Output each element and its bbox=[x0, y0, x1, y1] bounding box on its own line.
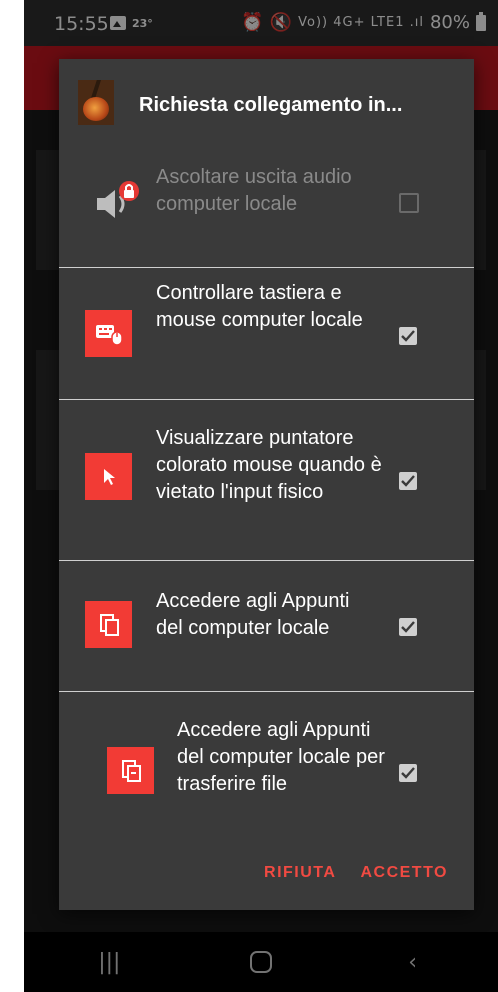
permission-label: Accedere agli Appunti del computer local… bbox=[156, 590, 350, 639]
keyboard-mouse-icon bbox=[85, 310, 132, 357]
permission-checkbox-pointer[interactable] bbox=[399, 472, 417, 490]
permission-label: Accedere agli Appunti del computer local… bbox=[177, 719, 385, 795]
permission-checkbox-clipboard-file[interactable] bbox=[399, 764, 417, 782]
permission-label: Visualizzare puntatore colorato mouse qu… bbox=[156, 427, 382, 503]
clipboard-file-icon bbox=[107, 747, 154, 794]
permission-label: Ascoltare uscita audio computer locale bbox=[156, 166, 352, 215]
speaker-locked-icon bbox=[97, 181, 139, 218]
dialog-actions: RIFIUTA ACCETTO bbox=[264, 864, 448, 882]
dialog-header: Richiesta collegamento in... bbox=[59, 59, 474, 159]
permission-label: Controllare tastiera e mouse computer lo… bbox=[156, 282, 363, 331]
permission-row-clipboard-file: Accedere agli Appunti del computer local… bbox=[59, 692, 474, 842]
reject-button[interactable]: RIFIUTA bbox=[264, 864, 336, 882]
permission-row-clipboard: Accedere agli Appunti del computer local… bbox=[59, 561, 474, 691]
connection-request-dialog: Richiesta collegamento in... Ascoltare u… bbox=[59, 59, 474, 910]
permission-row-pointer: Visualizzare puntatore colorato mouse qu… bbox=[59, 400, 474, 560]
accept-button[interactable]: ACCETTO bbox=[360, 864, 448, 882]
pointer-icon bbox=[85, 453, 132, 500]
clipboard-icon bbox=[85, 601, 132, 648]
permission-checkbox-audio[interactable] bbox=[399, 193, 419, 213]
permission-row-audio: Ascoltare uscita audio computer locale bbox=[59, 159, 474, 267]
permission-row-keyboard-mouse: Controllare tastiera e mouse computer lo… bbox=[59, 268, 474, 399]
permission-checkbox-clipboard[interactable] bbox=[399, 618, 417, 636]
permission-checkbox-keyboard-mouse[interactable] bbox=[399, 327, 417, 345]
dialog-title: Richiesta collegamento in... bbox=[139, 94, 403, 116]
guitar-app-icon bbox=[78, 80, 114, 125]
